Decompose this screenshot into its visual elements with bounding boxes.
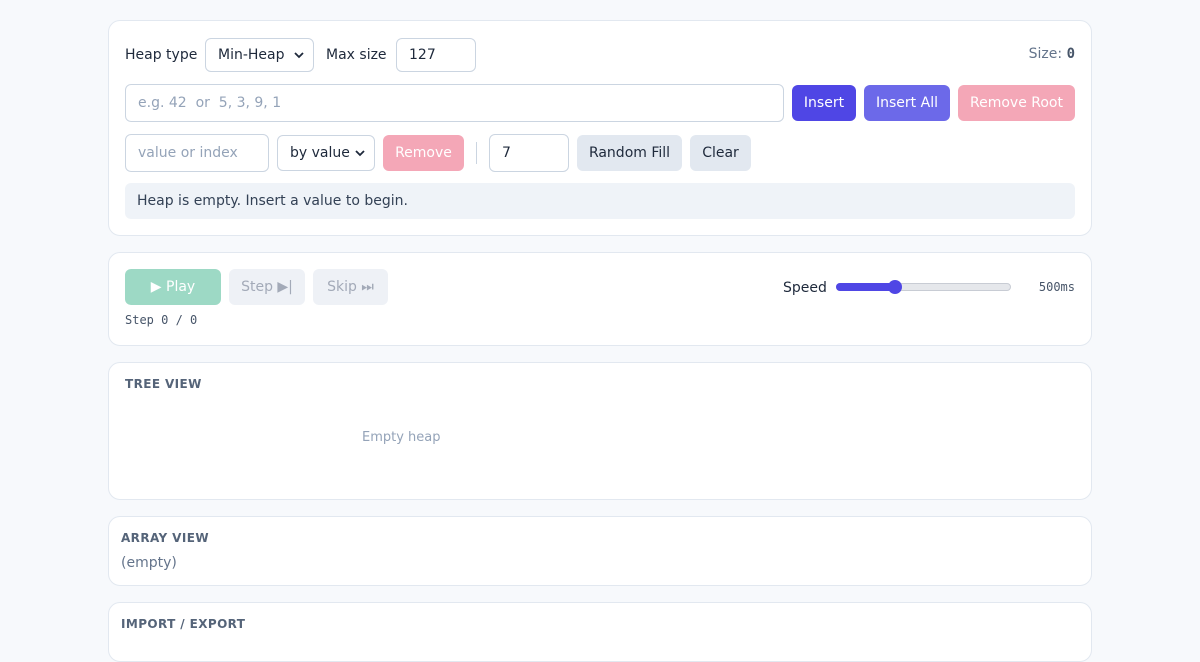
chevron-down-icon (355, 150, 365, 157)
step-counter: Step 0 / 0 (125, 313, 198, 327)
max-size-input[interactable] (396, 38, 476, 72)
heap-type-value: Min-Heap (218, 47, 285, 63)
speed-value: 500ms (1038, 280, 1075, 294)
status-message: Heap is empty. Insert a value to begin. (137, 193, 408, 209)
tree-view-panel: TREE VIEW Empty heap (108, 362, 1092, 500)
insert-button[interactable]: Insert (792, 85, 856, 121)
random-fill-button[interactable]: Random Fill (577, 135, 682, 171)
array-view-title: ARRAY VIEW (121, 531, 209, 545)
chevron-down-icon (294, 52, 304, 59)
speed-slider[interactable] (836, 280, 1011, 294)
array-empty-text: (empty) (121, 555, 177, 571)
skip-button[interactable]: Skip ⏭ (313, 269, 388, 305)
import-export-title: IMPORT / EXPORT (121, 617, 246, 631)
max-size-label: Max size (326, 47, 387, 63)
remove-root-button[interactable]: Remove Root (958, 85, 1075, 121)
size-value: 0 (1066, 46, 1075, 62)
play-button[interactable]: ▶ Play (125, 269, 221, 305)
heap-type-label: Heap type (125, 47, 198, 63)
remove-mode-value: by value (290, 145, 350, 161)
status-bar: Heap is empty. Insert a value to begin. (125, 183, 1075, 219)
playback-panel: ▶ Play Step ▶| Skip ⏭ Step 0 / 0 Speed 5… (108, 252, 1092, 346)
remove-button[interactable]: Remove (383, 135, 464, 171)
divider (476, 142, 477, 164)
speed-slider-fill (836, 283, 895, 291)
array-view-panel: ARRAY VIEW (empty) (108, 516, 1092, 586)
insert-input[interactable] (125, 84, 784, 122)
controls-panel: Heap type Min-Heap Max size Size: 0 Inse… (108, 20, 1092, 236)
insert-all-button[interactable]: Insert All (864, 85, 950, 121)
tree-empty-text: Empty heap (362, 430, 441, 445)
remove-mode-select[interactable]: by value (277, 135, 375, 171)
clear-button[interactable]: Clear (690, 135, 751, 171)
remove-target-input[interactable] (125, 134, 269, 172)
random-count-input[interactable] (489, 134, 569, 172)
size-label: Size: (1028, 46, 1063, 62)
tree-view-title: TREE VIEW (125, 377, 202, 391)
speed-label: Speed (783, 280, 827, 296)
import-export-panel: IMPORT / EXPORT (108, 602, 1092, 662)
step-button[interactable]: Step ▶| (229, 269, 305, 305)
heap-type-select[interactable]: Min-Heap (205, 38, 314, 72)
speed-slider-thumb[interactable] (888, 280, 902, 294)
size-display: Size: 0 (1029, 46, 1075, 62)
